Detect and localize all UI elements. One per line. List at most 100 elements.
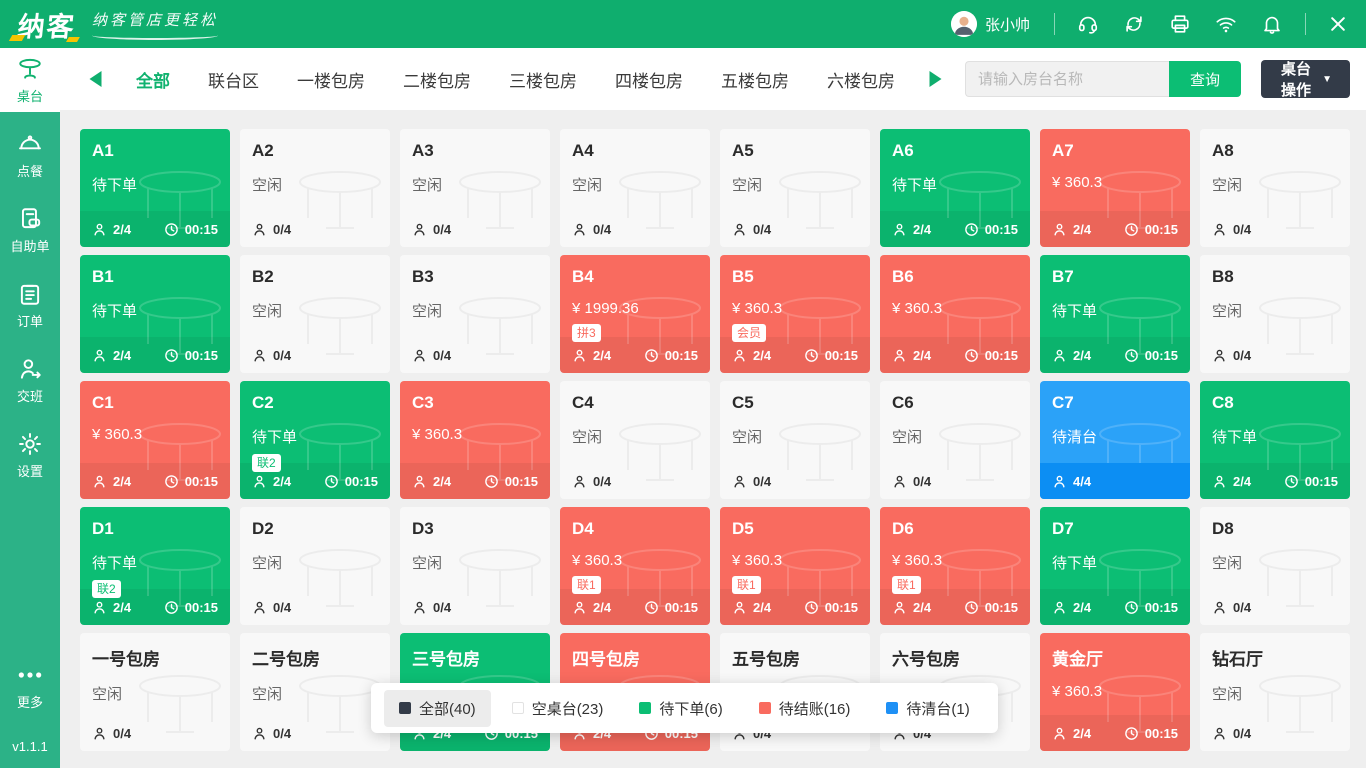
- table-card-钻石厅[interactable]: 钻石厅空闲0/4: [1200, 633, 1350, 751]
- table-card-A3[interactable]: A3空闲0/4: [400, 129, 550, 247]
- table-card-C4[interactable]: C4空闲0/4: [560, 381, 710, 499]
- sidebar-item-more[interactable]: 更多: [0, 654, 60, 718]
- tabs-next-icon[interactable]: [928, 70, 943, 88]
- table-card-A2[interactable]: A2空闲0/4: [240, 129, 390, 247]
- tab-四楼包房[interactable]: 四楼包房: [615, 67, 683, 92]
- dwell-time: 00:15: [324, 474, 378, 489]
- tab-二楼包房[interactable]: 二楼包房: [403, 67, 471, 92]
- table-card-B3[interactable]: B3空闲0/4: [400, 255, 550, 373]
- legend-item-待结账(16)[interactable]: 待结账(16): [744, 690, 866, 727]
- close-icon[interactable]: [1328, 14, 1348, 34]
- table-card-B5[interactable]: B5¥ 360.3会员2/400:15: [720, 255, 870, 373]
- table-card-C7[interactable]: C7待清台4/4: [1040, 381, 1190, 499]
- legend-color-swatch: [512, 702, 524, 714]
- table-card-D6[interactable]: D6¥ 360.3联12/400:15: [880, 507, 1030, 625]
- table-card-A1[interactable]: A1待下单2/400:15: [80, 129, 230, 247]
- brand-slogan-wrap: 纳客管店更轻松: [92, 9, 218, 40]
- table-card-footer: 2/400:15: [880, 211, 1030, 247]
- sidebar-item-label: 桌台: [17, 86, 43, 105]
- header-icons: [1065, 13, 1295, 35]
- table-card-A5[interactable]: A5空闲0/4: [720, 129, 870, 247]
- table-card-D4[interactable]: D4¥ 360.3联12/400:15: [560, 507, 710, 625]
- user-name[interactable]: 张小帅: [985, 14, 1030, 35]
- table-status: 空闲: [252, 552, 378, 573]
- search-input[interactable]: [965, 61, 1169, 97]
- brand-slogan: 纳客管店更轻松: [92, 9, 218, 30]
- search-button[interactable]: 查询: [1169, 61, 1241, 97]
- occupancy: 0/4: [252, 348, 291, 363]
- sidebar-item-桌台[interactable]: 桌台: [0, 48, 60, 112]
- dwell-time: 00:15: [804, 348, 858, 363]
- sidebar-item-点餐[interactable]: 点餐: [0, 123, 60, 187]
- tab-五楼包房[interactable]: 五楼包房: [721, 67, 789, 92]
- table-card-footer: 2/400:15: [880, 337, 1030, 373]
- occupancy: 0/4: [412, 600, 451, 615]
- table-card-D3[interactable]: D3空闲0/4: [400, 507, 550, 625]
- table-card-footer: 4/4: [1040, 463, 1190, 499]
- table-icon: [17, 56, 43, 86]
- wifi-icon[interactable]: [1215, 13, 1237, 35]
- tab-联台区[interactable]: 联台区: [208, 67, 259, 92]
- table-card-D1[interactable]: D1待下单联22/400:15: [80, 507, 230, 625]
- table-card-A7[interactable]: A7¥ 360.32/400:15: [1040, 129, 1190, 247]
- table-card-C8[interactable]: C8待下单2/400:15: [1200, 381, 1350, 499]
- occupancy: 2/4: [92, 348, 131, 363]
- table-card-B4[interactable]: B4¥ 1999.36拼32/400:15: [560, 255, 710, 373]
- table-card-二号包房[interactable]: 二号包房空闲0/4: [240, 633, 390, 751]
- legend-item-全部(40)[interactable]: 全部(40): [384, 690, 491, 727]
- table-card-一号包房[interactable]: 一号包房空闲0/4: [80, 633, 230, 751]
- sidebar-item-label: 点餐: [17, 161, 43, 180]
- table-card-黄金厅[interactable]: 黄金厅¥ 360.32/400:15: [1040, 633, 1190, 751]
- sidebar-item-自助单[interactable]: 自助单: [0, 198, 60, 262]
- table-card-footer: 0/4: [560, 211, 710, 247]
- bell-icon[interactable]: [1261, 13, 1283, 35]
- table-card-B7[interactable]: B7待下单2/400:15: [1040, 255, 1190, 373]
- table-card-footer: 2/400:15: [80, 211, 230, 247]
- table-card-footer: 2/400:15: [80, 463, 230, 499]
- legend-item-待下单(6)[interactable]: 待下单(6): [624, 690, 737, 727]
- occupancy: 0/4: [572, 222, 611, 237]
- printer-icon[interactable]: [1169, 13, 1191, 35]
- table-card-C1[interactable]: C1¥ 360.32/400:15: [80, 381, 230, 499]
- table-card-B1[interactable]: B1待下单2/400:15: [80, 255, 230, 373]
- table-card-D5[interactable]: D5¥ 360.3联12/400:15: [720, 507, 870, 625]
- table-ops-button[interactable]: 桌台操作 ▼: [1261, 60, 1350, 98]
- table-status: 空闲: [732, 174, 858, 195]
- legend-item-空桌台(23)[interactable]: 空桌台(23): [497, 690, 619, 727]
- table-card-A8[interactable]: A8空闲0/4: [1200, 129, 1350, 247]
- table-card-C6[interactable]: C6空闲0/4: [880, 381, 1030, 499]
- table-card-B2[interactable]: B2空闲0/4: [240, 255, 390, 373]
- table-name: B7: [1052, 267, 1178, 287]
- sidebar-item-交班[interactable]: 交班: [0, 348, 60, 412]
- legend-item-待清台(1)[interactable]: 待清台(1): [871, 690, 984, 727]
- tabs-prev-icon[interactable]: [88, 70, 103, 88]
- sync-icon[interactable]: [1123, 13, 1145, 35]
- occupancy: 4/4: [1052, 474, 1091, 489]
- dwell-time: 00:15: [1124, 726, 1178, 741]
- table-card-D7[interactable]: D7待下单2/400:15: [1040, 507, 1190, 625]
- table-name: 三号包房: [412, 645, 538, 670]
- occupancy: 2/4: [1052, 348, 1091, 363]
- brand-logo: 纳客: [16, 5, 78, 44]
- dwell-time: 00:15: [964, 222, 1018, 237]
- tab-六楼包房[interactable]: 六楼包房: [827, 67, 895, 92]
- table-card-C2[interactable]: C2待下单联22/400:15: [240, 381, 390, 499]
- table-card-A4[interactable]: A4空闲0/4: [560, 129, 710, 247]
- avatar[interactable]: [951, 11, 977, 37]
- table-card-B8[interactable]: B8空闲0/4: [1200, 255, 1350, 373]
- tab-三楼包房[interactable]: 三楼包房: [509, 67, 577, 92]
- table-name: 一号包房: [92, 645, 218, 670]
- table-status: 待下单: [92, 174, 218, 195]
- table-card-C5[interactable]: C5空闲0/4: [720, 381, 870, 499]
- support-icon[interactable]: [1077, 13, 1099, 35]
- table-card-D8[interactable]: D8空闲0/4: [1200, 507, 1350, 625]
- table-card-B6[interactable]: B6¥ 360.32/400:15: [880, 255, 1030, 373]
- table-card-A6[interactable]: A6待下单2/400:15: [880, 129, 1030, 247]
- sidebar-item-设置[interactable]: 设置: [0, 423, 60, 487]
- table-card-D2[interactable]: D2空闲0/4: [240, 507, 390, 625]
- tab-一楼包房[interactable]: 一楼包房: [297, 67, 365, 92]
- tab-全部[interactable]: 全部: [136, 67, 170, 92]
- table-status: ¥ 360.3: [892, 552, 1018, 569]
- table-card-C3[interactable]: C3¥ 360.32/400:15: [400, 381, 550, 499]
- sidebar-item-订单[interactable]: 订单: [0, 273, 60, 337]
